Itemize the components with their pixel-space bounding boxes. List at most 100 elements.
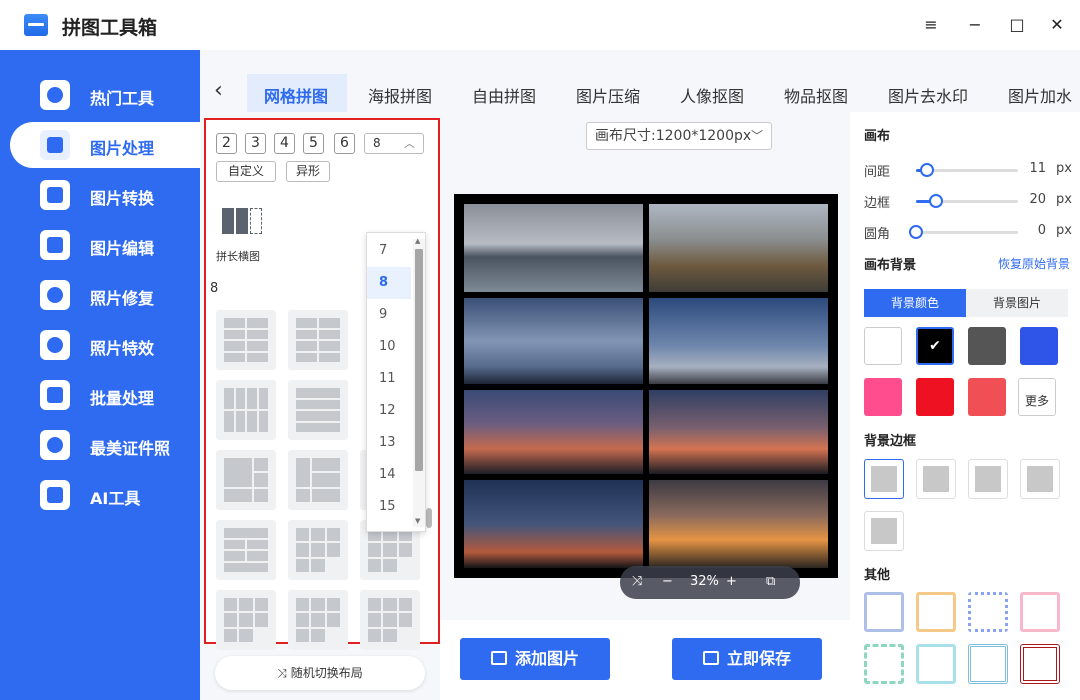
tab-image-compress[interactable]: 图片压缩 (576, 83, 640, 107)
layout-tile[interactable] (360, 590, 420, 650)
color-swatch-coral[interactable] (968, 378, 1006, 416)
photo-sunset-clouds[interactable] (464, 390, 643, 474)
color-swatch-gray[interactable] (968, 327, 1006, 365)
long-image-icon[interactable] (222, 208, 262, 234)
frame-blue[interactable] (864, 592, 904, 632)
dropdown-option-15[interactable]: 15 (367, 491, 411, 523)
sidebar-item-batch[interactable]: 批量处理 (10, 372, 220, 418)
border-slider-knob[interactable] (929, 194, 944, 208)
shuffle-icon[interactable]: ⤨ (632, 574, 642, 589)
bg-border-torn[interactable] (864, 511, 904, 551)
scroll-down-icon[interactable]: ▼ (415, 517, 420, 525)
zoom-in-button[interactable]: + (726, 574, 737, 589)
sidebar-item-image-convert[interactable]: 图片转换 (10, 172, 220, 218)
back-arrow-icon[interactable]: ‹ (214, 78, 223, 103)
restore-bg-link[interactable]: 恢复原始背景 (998, 255, 1070, 272)
sidebar-item-hot-tools[interactable]: 热门工具 (10, 72, 220, 118)
photo-cloudy-sky-tree[interactable] (464, 298, 643, 384)
dropdown-option-8[interactable]: 8 (367, 267, 411, 299)
zoom-out-button[interactable]: − (662, 574, 673, 589)
tab-object-cutout[interactable]: 物品抠图 (784, 83, 848, 107)
color-swatch-white[interactable] (864, 327, 902, 365)
collage-canvas[interactable] (454, 194, 838, 578)
bg-border-scallop[interactable] (1020, 459, 1060, 499)
count-button-6[interactable]: 6 (334, 133, 355, 154)
maximize-icon[interactable]: □ (1004, 12, 1030, 38)
tab-add-watermark[interactable]: 图片加水 (1008, 83, 1072, 107)
bg-border-plain[interactable] (864, 459, 904, 499)
bg-color-tab[interactable]: 背景颜色 (864, 289, 966, 317)
bg-border-wave[interactable] (968, 459, 1008, 499)
dropdown-option-12[interactable]: 12 (367, 395, 411, 427)
dropdown-option-10[interactable]: 10 (367, 331, 411, 363)
minimize-icon[interactable]: − (962, 12, 988, 38)
tab-portrait-cutout[interactable]: 人像抠图 (680, 83, 744, 107)
canvas-size-select[interactable]: 画布尺寸:1200*1200px ﹀ (586, 122, 772, 150)
layout-tile[interactable] (216, 450, 276, 510)
frame-orange[interactable] (916, 592, 956, 632)
fit-icon[interactable]: ⧉ (766, 574, 775, 589)
dropdown-option-11[interactable]: 11 (367, 363, 411, 395)
irregular-button[interactable]: 异形 (286, 161, 330, 182)
add-image-button[interactable]: 添加图片 (460, 638, 610, 680)
dropdown-option-9[interactable]: 9 (367, 299, 411, 331)
tab-remove-watermark[interactable]: 图片去水印 (888, 83, 968, 107)
dropdown-option-7[interactable]: 7 (367, 235, 411, 267)
count-select[interactable]: 8 ︿ (364, 133, 424, 154)
shuffle-layout-button[interactable]: ⤨ 随机切换布局 (215, 656, 425, 690)
photo-city-street[interactable] (649, 204, 828, 292)
sidebar-item-photo-repair[interactable]: 照片修复 (10, 272, 220, 318)
layout-tile[interactable] (288, 310, 348, 370)
menu-icon[interactable]: ≡ (918, 12, 944, 38)
layout-tile[interactable] (288, 450, 348, 510)
dropdown-option-13[interactable]: 13 (367, 427, 411, 459)
border-slider[interactable] (916, 194, 1018, 208)
sidebar-item-photo-effects[interactable]: 照片特效 (10, 322, 220, 368)
color-swatch-black[interactable]: ✔ (916, 327, 954, 365)
photo-sunset-birds[interactable] (649, 390, 828, 474)
dropdown-scroll-thumb[interactable] (415, 249, 423, 471)
photo-sky-buildings[interactable] (649, 298, 828, 384)
photo-dusk-skyline[interactable] (464, 480, 643, 568)
sidebar-item-id-photo[interactable]: 最美证件照 (10, 422, 220, 468)
count-button-4[interactable]: 4 (274, 133, 295, 154)
more-colors-button[interactable]: 更多 (1018, 378, 1056, 416)
tab-free-collage[interactable]: 自由拼图 (472, 83, 536, 107)
close-icon[interactable]: ✕ (1044, 12, 1070, 38)
tab-grid-collage[interactable]: 网格拼图 (264, 83, 328, 107)
frame-pink[interactable] (1020, 592, 1060, 632)
layout-tile[interactable] (216, 380, 276, 440)
spacing-slider[interactable] (916, 163, 1018, 177)
frame-red[interactable] (1020, 644, 1060, 684)
bg-image-tab[interactable]: 背景图片 (966, 289, 1068, 317)
save-now-button[interactable]: 立即保存 (672, 638, 822, 680)
tab-poster-collage[interactable]: 海报拼图 (368, 83, 432, 107)
frame-mint[interactable] (864, 644, 904, 684)
layout-tile[interactable] (216, 520, 276, 580)
custom-button[interactable]: 自定义 (216, 161, 276, 182)
photo-sunrise-wires[interactable] (649, 480, 828, 568)
color-swatch-pink[interactable] (864, 378, 902, 416)
layout-tile[interactable] (216, 590, 276, 650)
layout-tile[interactable] (288, 520, 348, 580)
scroll-up-icon[interactable]: ▲ (415, 237, 420, 245)
spacing-slider-knob[interactable] (920, 163, 935, 177)
layout-tile[interactable] (288, 590, 348, 650)
color-swatch-blue[interactable] (1020, 327, 1058, 365)
sidebar-item-image-edit[interactable]: 图片编辑 (10, 222, 220, 268)
bg-border-stamp[interactable] (916, 459, 956, 499)
radius-slider-knob[interactable] (909, 225, 923, 239)
sidebar-item-image-process[interactable]: 图片处理 (10, 122, 220, 168)
frame-cyan[interactable] (916, 644, 956, 684)
sidebar-item-ai-tools[interactable]: AI工具 (10, 472, 220, 518)
panel-scrollbar[interactable] (426, 508, 432, 528)
color-swatch-red[interactable] (916, 378, 954, 416)
radius-slider[interactable] (909, 225, 1018, 239)
count-button-3[interactable]: 3 (245, 133, 266, 154)
frame-double[interactable] (968, 644, 1008, 684)
layout-tile[interactable] (288, 380, 348, 440)
photo-lake-mountains[interactable] (464, 204, 643, 292)
dropdown-option-14[interactable]: 14 (367, 459, 411, 491)
count-button-2[interactable]: 2 (216, 133, 237, 154)
layout-tile[interactable] (216, 310, 276, 370)
